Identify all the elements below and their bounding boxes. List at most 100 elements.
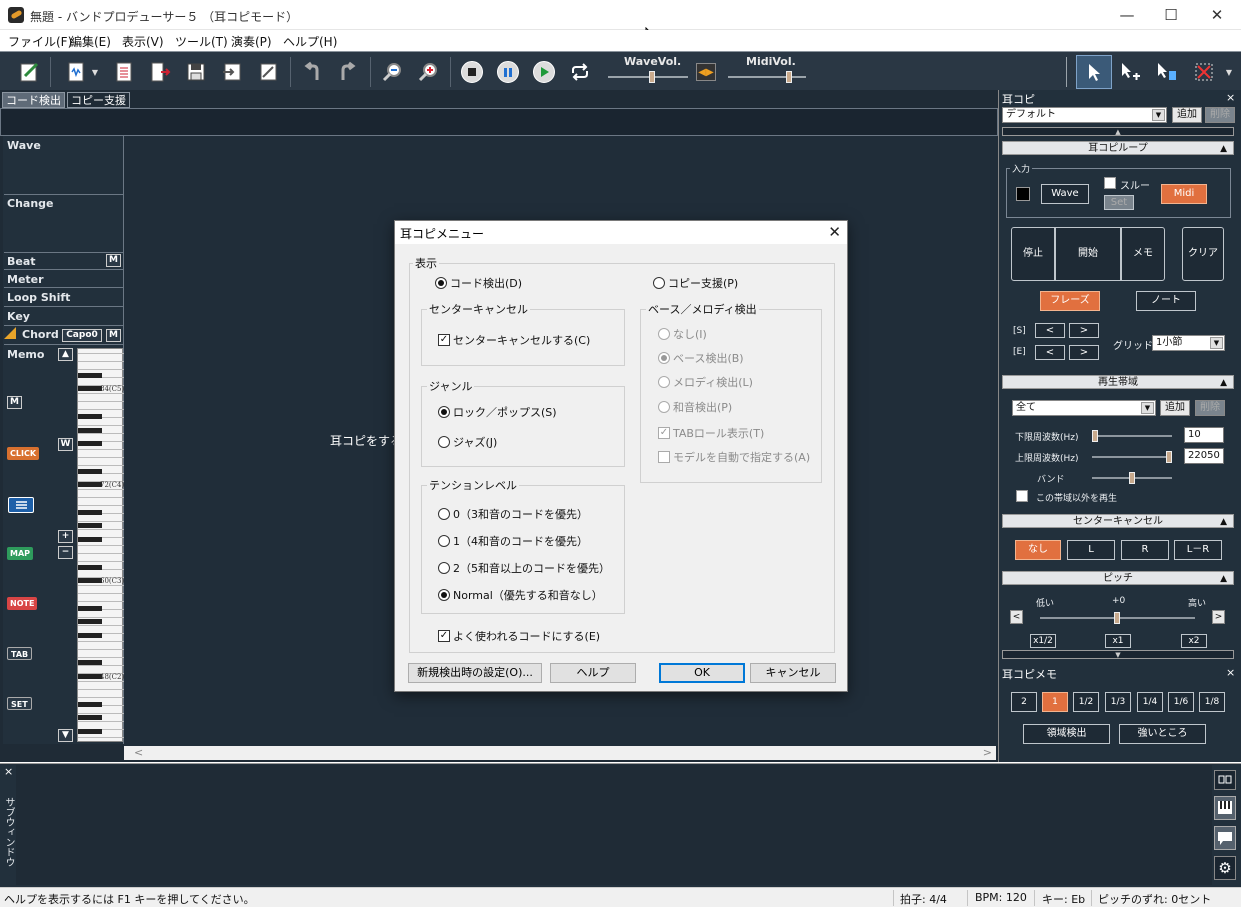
wave-vol-slider[interactable]	[608, 71, 688, 83]
panel-close-icon[interactable]: ×	[1226, 91, 1235, 104]
piano-black-key[interactable]	[78, 372, 102, 378]
chord-detect-radio[interactable]: コード検出(D)	[435, 275, 522, 291]
wave-input-button[interactable]: Wave	[1041, 184, 1089, 204]
end-prev-button[interactable]: <	[1035, 345, 1065, 360]
ok-button[interactable]: OK	[659, 663, 745, 683]
collapse-up-icon[interactable]: ▲	[1002, 127, 1234, 136]
harmony-detect-radio[interactable]: 和音検出(P)	[658, 399, 732, 415]
low-freq-slider[interactable]	[1092, 430, 1172, 442]
menu-view[interactable]: 表示(V)	[122, 33, 164, 50]
memo-fraction-button[interactable]: 1	[1042, 692, 1068, 712]
loop-icon[interactable]	[566, 58, 594, 86]
save-icon[interactable]	[182, 58, 210, 86]
speed-one-button[interactable]: x1	[1105, 634, 1131, 648]
genre-jazz-radio[interactable]: ジャズ(J)	[438, 434, 497, 450]
tension-normal-radio[interactable]: Normal（優先する和音なし）	[438, 587, 603, 603]
tension-2-radio[interactable]: 2（5和音以上のコードを優先）	[438, 560, 610, 576]
piano-black-key[interactable]	[78, 509, 102, 515]
strong-part-button[interactable]: 強いところ	[1119, 724, 1206, 744]
chord-sheet-icon[interactable]	[16, 58, 44, 86]
play-icon[interactable]	[530, 58, 558, 86]
memo-button[interactable]: メモ	[1121, 227, 1165, 281]
piano-black-key[interactable]	[78, 413, 102, 419]
minimize-button[interactable]: —	[1104, 0, 1150, 30]
menu-file[interactable]: ファイル(F)	[8, 33, 72, 50]
tab-copy-support[interactable]: コピー支援	[67, 92, 130, 108]
undo-icon[interactable]	[298, 58, 326, 86]
tab-button[interactable]: TAB	[7, 647, 33, 660]
piano-black-key[interactable]	[78, 386, 102, 392]
stop-button[interactable]: 停止	[1011, 227, 1055, 281]
sub-window-close-icon[interactable]: ×	[4, 765, 13, 778]
cancel-button[interactable]: キャンセル	[750, 663, 836, 683]
clear-button[interactable]: クリア	[1182, 227, 1224, 281]
cc-lr-button[interactable]: L－R	[1174, 540, 1222, 560]
track-change[interactable]: Change	[4, 195, 123, 253]
piano-keyboard[interactable]	[77, 348, 124, 742]
memo-fraction-button[interactable]: 2	[1011, 692, 1037, 712]
cc-none-button[interactable]: なし	[1015, 540, 1061, 560]
new-file-icon[interactable]	[62, 58, 90, 86]
bass-none-radio[interactable]: なし(I)	[658, 326, 707, 342]
common-chords-checkbox[interactable]: ✓ よく使われるコードにする(E)	[438, 628, 600, 644]
piano-black-key[interactable]	[78, 523, 102, 529]
memo-panel-close-icon[interactable]: ×	[1226, 666, 1235, 679]
set-button[interactable]: SET	[7, 697, 32, 710]
end-next-button[interactable]: >	[1069, 345, 1099, 360]
memo-fraction-button[interactable]: 1/8	[1199, 692, 1225, 712]
center-cancel-checkbox[interactable]: ✓ センターキャンセルする(C)	[438, 332, 590, 348]
cc-right-button[interactable]: R	[1121, 540, 1169, 560]
link-volume-icon[interactable]: ◀▶	[694, 58, 718, 86]
genre-rock-radio[interactable]: ロック／ポップス(S)	[438, 404, 557, 420]
new-detect-settings-button[interactable]: 新規検出時の設定(O)...	[408, 663, 542, 683]
track-meter[interactable]: Meter	[4, 271, 123, 288]
beat-mute-button[interactable]: M	[106, 254, 121, 267]
note-button[interactable]: NOTE	[7, 597, 38, 610]
piano-black-key[interactable]	[78, 578, 102, 584]
midi-input-button[interactable]: Midi	[1161, 184, 1207, 204]
pitch-section-header[interactable]: ピッチ ▲	[1002, 571, 1234, 585]
scroll-down-button[interactable]: ▼	[58, 729, 73, 742]
print-icon[interactable]	[254, 58, 282, 86]
piano-black-key[interactable]	[78, 441, 102, 447]
import-icon[interactable]	[218, 58, 246, 86]
redo-icon[interactable]	[334, 58, 362, 86]
scroll-up-button[interactable]: ▲	[58, 348, 73, 361]
copy-support-radio[interactable]: コピー支援(P)	[653, 275, 738, 291]
menu-tools[interactable]: ツール(T)	[175, 33, 228, 50]
zoom-in-icon[interactable]	[414, 58, 442, 86]
maximize-button[interactable]: ☐	[1148, 0, 1194, 30]
erase-tool-icon[interactable]	[1152, 58, 1180, 86]
melody-detect-radio[interactable]: メロディ検出(L)	[658, 374, 753, 390]
set-input-button[interactable]: Set	[1104, 195, 1134, 210]
export-icon[interactable]	[146, 58, 174, 86]
zoom-out-icon[interactable]	[378, 58, 406, 86]
midi-vol-slider[interactable]	[728, 71, 806, 83]
preset-select[interactable]: デフォルト ▼	[1002, 107, 1167, 123]
tab-roll-checkbox[interactable]: ✓ TABロール表示(T)	[658, 425, 764, 441]
band-preset-select[interactable]: 全て ▼	[1012, 400, 1156, 416]
close-button[interactable]: ✕	[1194, 0, 1240, 30]
preset-add-button[interactable]: 追加	[1172, 107, 1202, 123]
keyboard-view-icon[interactable]	[1214, 796, 1236, 820]
phrase-button[interactable]: フレーズ	[1040, 291, 1100, 311]
auto-model-checkbox[interactable]: モデルを自動で指定する(A)	[658, 449, 810, 465]
note-mode-button[interactable]: ノート	[1136, 291, 1196, 311]
menu-edit[interactable]: 編集(E)	[70, 33, 111, 50]
speed-two-button[interactable]: x2	[1181, 634, 1207, 648]
layout-icon[interactable]	[1214, 770, 1236, 790]
piano-black-key[interactable]	[78, 564, 102, 570]
tension-0-radio[interactable]: 0（3和音のコードを優先）	[438, 506, 588, 522]
chord-mute-button[interactable]: M	[106, 329, 121, 342]
bass-detect-radio[interactable]: ベース検出(B)	[658, 350, 744, 366]
band-slider[interactable]	[1092, 472, 1172, 484]
memo-fraction-button[interactable]: 1/2	[1073, 692, 1099, 712]
collapse-down-icon[interactable]: ▼	[1002, 650, 1234, 659]
memo-fraction-button[interactable]: 1/4	[1137, 692, 1163, 712]
horizontal-scrollbar[interactable]: < >	[124, 746, 996, 760]
piano-black-key[interactable]	[78, 482, 102, 488]
piano-black-key[interactable]	[78, 619, 102, 625]
piano-black-key[interactable]	[78, 427, 102, 433]
piano-black-key[interactable]	[78, 660, 102, 666]
outside-band-checkbox[interactable]	[1016, 490, 1028, 502]
